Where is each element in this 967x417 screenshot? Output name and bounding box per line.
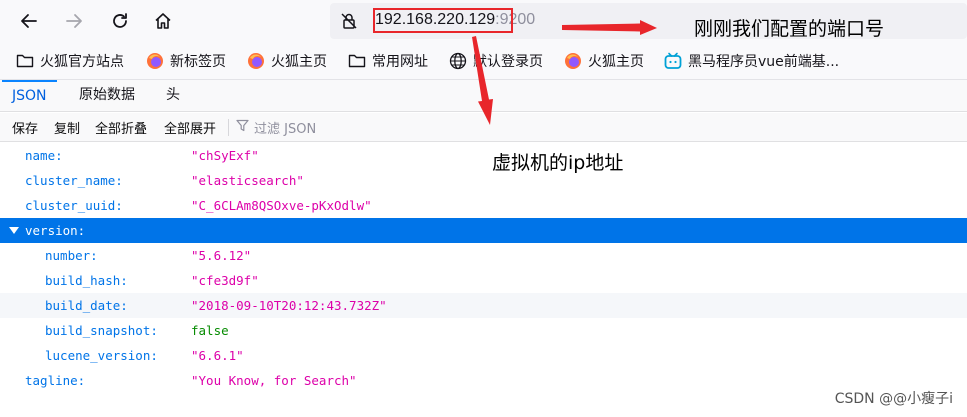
json-value: "chSyExf": [191, 148, 259, 163]
firefox-icon: [247, 52, 265, 70]
bookmark-item[interactable]: 默认登录页: [449, 51, 543, 71]
json-tree: name: "chSyExf" cluster_name: "elasticse…: [0, 143, 967, 393]
bookmark-item[interactable]: 火狐主页: [564, 51, 644, 71]
bookmarks-bar: 火狐官方站点 新标签页 火狐主页 常用网址 默认登录页 火狐主页 黑马程序员vu…: [0, 42, 967, 80]
bilibili-icon: [664, 52, 682, 70]
firefox-icon: [564, 52, 582, 70]
bookmark-label: 火狐官方站点: [40, 54, 124, 70]
bookmark-label: 火狐主页: [588, 54, 644, 70]
json-value: "You Know, for Search": [191, 373, 357, 388]
bookmark-label: 火狐主页: [271, 54, 327, 70]
json-key: build_date:: [45, 298, 128, 313]
json-viewer-tabs: JSON 原始数据 头: [0, 80, 967, 112]
json-value: "elasticsearch": [191, 173, 304, 188]
json-row[interactable]: build_hash: "cfe3d9f": [0, 268, 967, 293]
back-button[interactable]: [14, 6, 44, 36]
globe-icon: [449, 52, 467, 70]
ip-annotation: 虚拟机的ip地址: [492, 152, 624, 174]
toolbar-divider: [228, 119, 229, 136]
json-row[interactable]: name: "chSyExf": [0, 143, 967, 168]
bookmark-label: 常用网址: [372, 54, 428, 70]
folder-icon: [348, 52, 366, 70]
json-value: "C_6CLAm8QSOxve-pKxOdlw": [191, 198, 372, 213]
reload-icon: [111, 12, 129, 30]
json-value: false: [191, 323, 229, 338]
tab-json[interactable]: JSON: [2, 80, 57, 111]
port-annotation: 刚刚我们配置的端口号: [694, 18, 885, 40]
json-row[interactable]: tagline: "You Know, for Search": [0, 368, 967, 393]
save-button[interactable]: 保存: [12, 118, 38, 137]
json-value: "cfe3d9f": [191, 273, 259, 288]
firefox-icon: [146, 52, 164, 70]
bookmark-item[interactable]: 火狐主页: [247, 51, 327, 71]
insecure-lock-icon[interactable]: [340, 12, 358, 30]
filter-json-input[interactable]: 过滤 JSON: [236, 118, 316, 137]
bookmark-item[interactable]: 新标签页: [146, 51, 226, 71]
reload-button[interactable]: [105, 6, 135, 36]
ip-highlight-box: [373, 8, 513, 33]
csdn-watermark: CSDN @@小瘦子i: [834, 391, 953, 407]
bookmark-label: 新标签页: [170, 54, 226, 70]
filter-icon: [236, 119, 254, 136]
collapse-all-button[interactable]: 全部折叠: [95, 118, 147, 137]
json-row[interactable]: lucene_version: "6.6.1": [0, 343, 967, 368]
json-row[interactable]: cluster_name: "elasticsearch": [0, 168, 967, 193]
bookmark-item[interactable]: 常用网址: [348, 51, 428, 71]
json-key: cluster_uuid:: [25, 198, 123, 213]
json-row-version[interactable]: version:: [0, 218, 967, 243]
json-key: build_snapshot:: [45, 323, 158, 338]
json-key: tagline:: [25, 373, 86, 388]
tab-raw-data[interactable]: 原始数据: [69, 80, 145, 111]
json-key: version:: [25, 223, 86, 238]
expand-triangle-icon[interactable]: [9, 227, 19, 234]
bookmark-label: 默认登录页: [473, 54, 543, 70]
json-value: "5.6.12": [191, 248, 252, 263]
filter-placeholder: 过滤 JSON: [254, 122, 317, 137]
bookmark-item[interactable]: 黑马程序员vue前端基...: [664, 51, 839, 71]
tab-headers[interactable]: 头: [156, 80, 190, 111]
bookmark-item[interactable]: 火狐官方站点: [16, 51, 124, 71]
json-row[interactable]: build_date: "2018-09-10T20:12:43.732Z": [0, 293, 967, 318]
forward-button[interactable]: [59, 6, 89, 36]
expand-all-button[interactable]: 全部展开: [164, 118, 216, 137]
json-key: cluster_name:: [25, 173, 123, 188]
folder-icon: [16, 52, 34, 70]
json-row[interactable]: cluster_uuid: "C_6CLAm8QSOxve-pKxOdlw": [0, 193, 967, 218]
json-key: lucene_version:: [45, 348, 158, 363]
json-row[interactable]: build_snapshot: false: [0, 318, 967, 343]
json-value: "2018-09-10T20:12:43.732Z": [191, 298, 387, 313]
home-icon: [154, 12, 172, 30]
json-key: number:: [45, 248, 98, 263]
copy-button[interactable]: 复制: [54, 118, 80, 137]
bookmark-label: 黑马程序员vue前端基...: [688, 54, 840, 70]
arrow-right-icon: [65, 12, 83, 30]
json-row[interactable]: number: "5.6.12": [0, 243, 967, 268]
json-key: build_hash:: [45, 273, 128, 288]
json-key: name:: [25, 148, 63, 163]
home-button[interactable]: [148, 6, 178, 36]
arrow-left-icon: [20, 12, 38, 30]
json-toolbar: 保存 复制 全部折叠 全部展开 过滤 JSON: [0, 113, 967, 142]
json-value: "6.6.1": [191, 348, 244, 363]
